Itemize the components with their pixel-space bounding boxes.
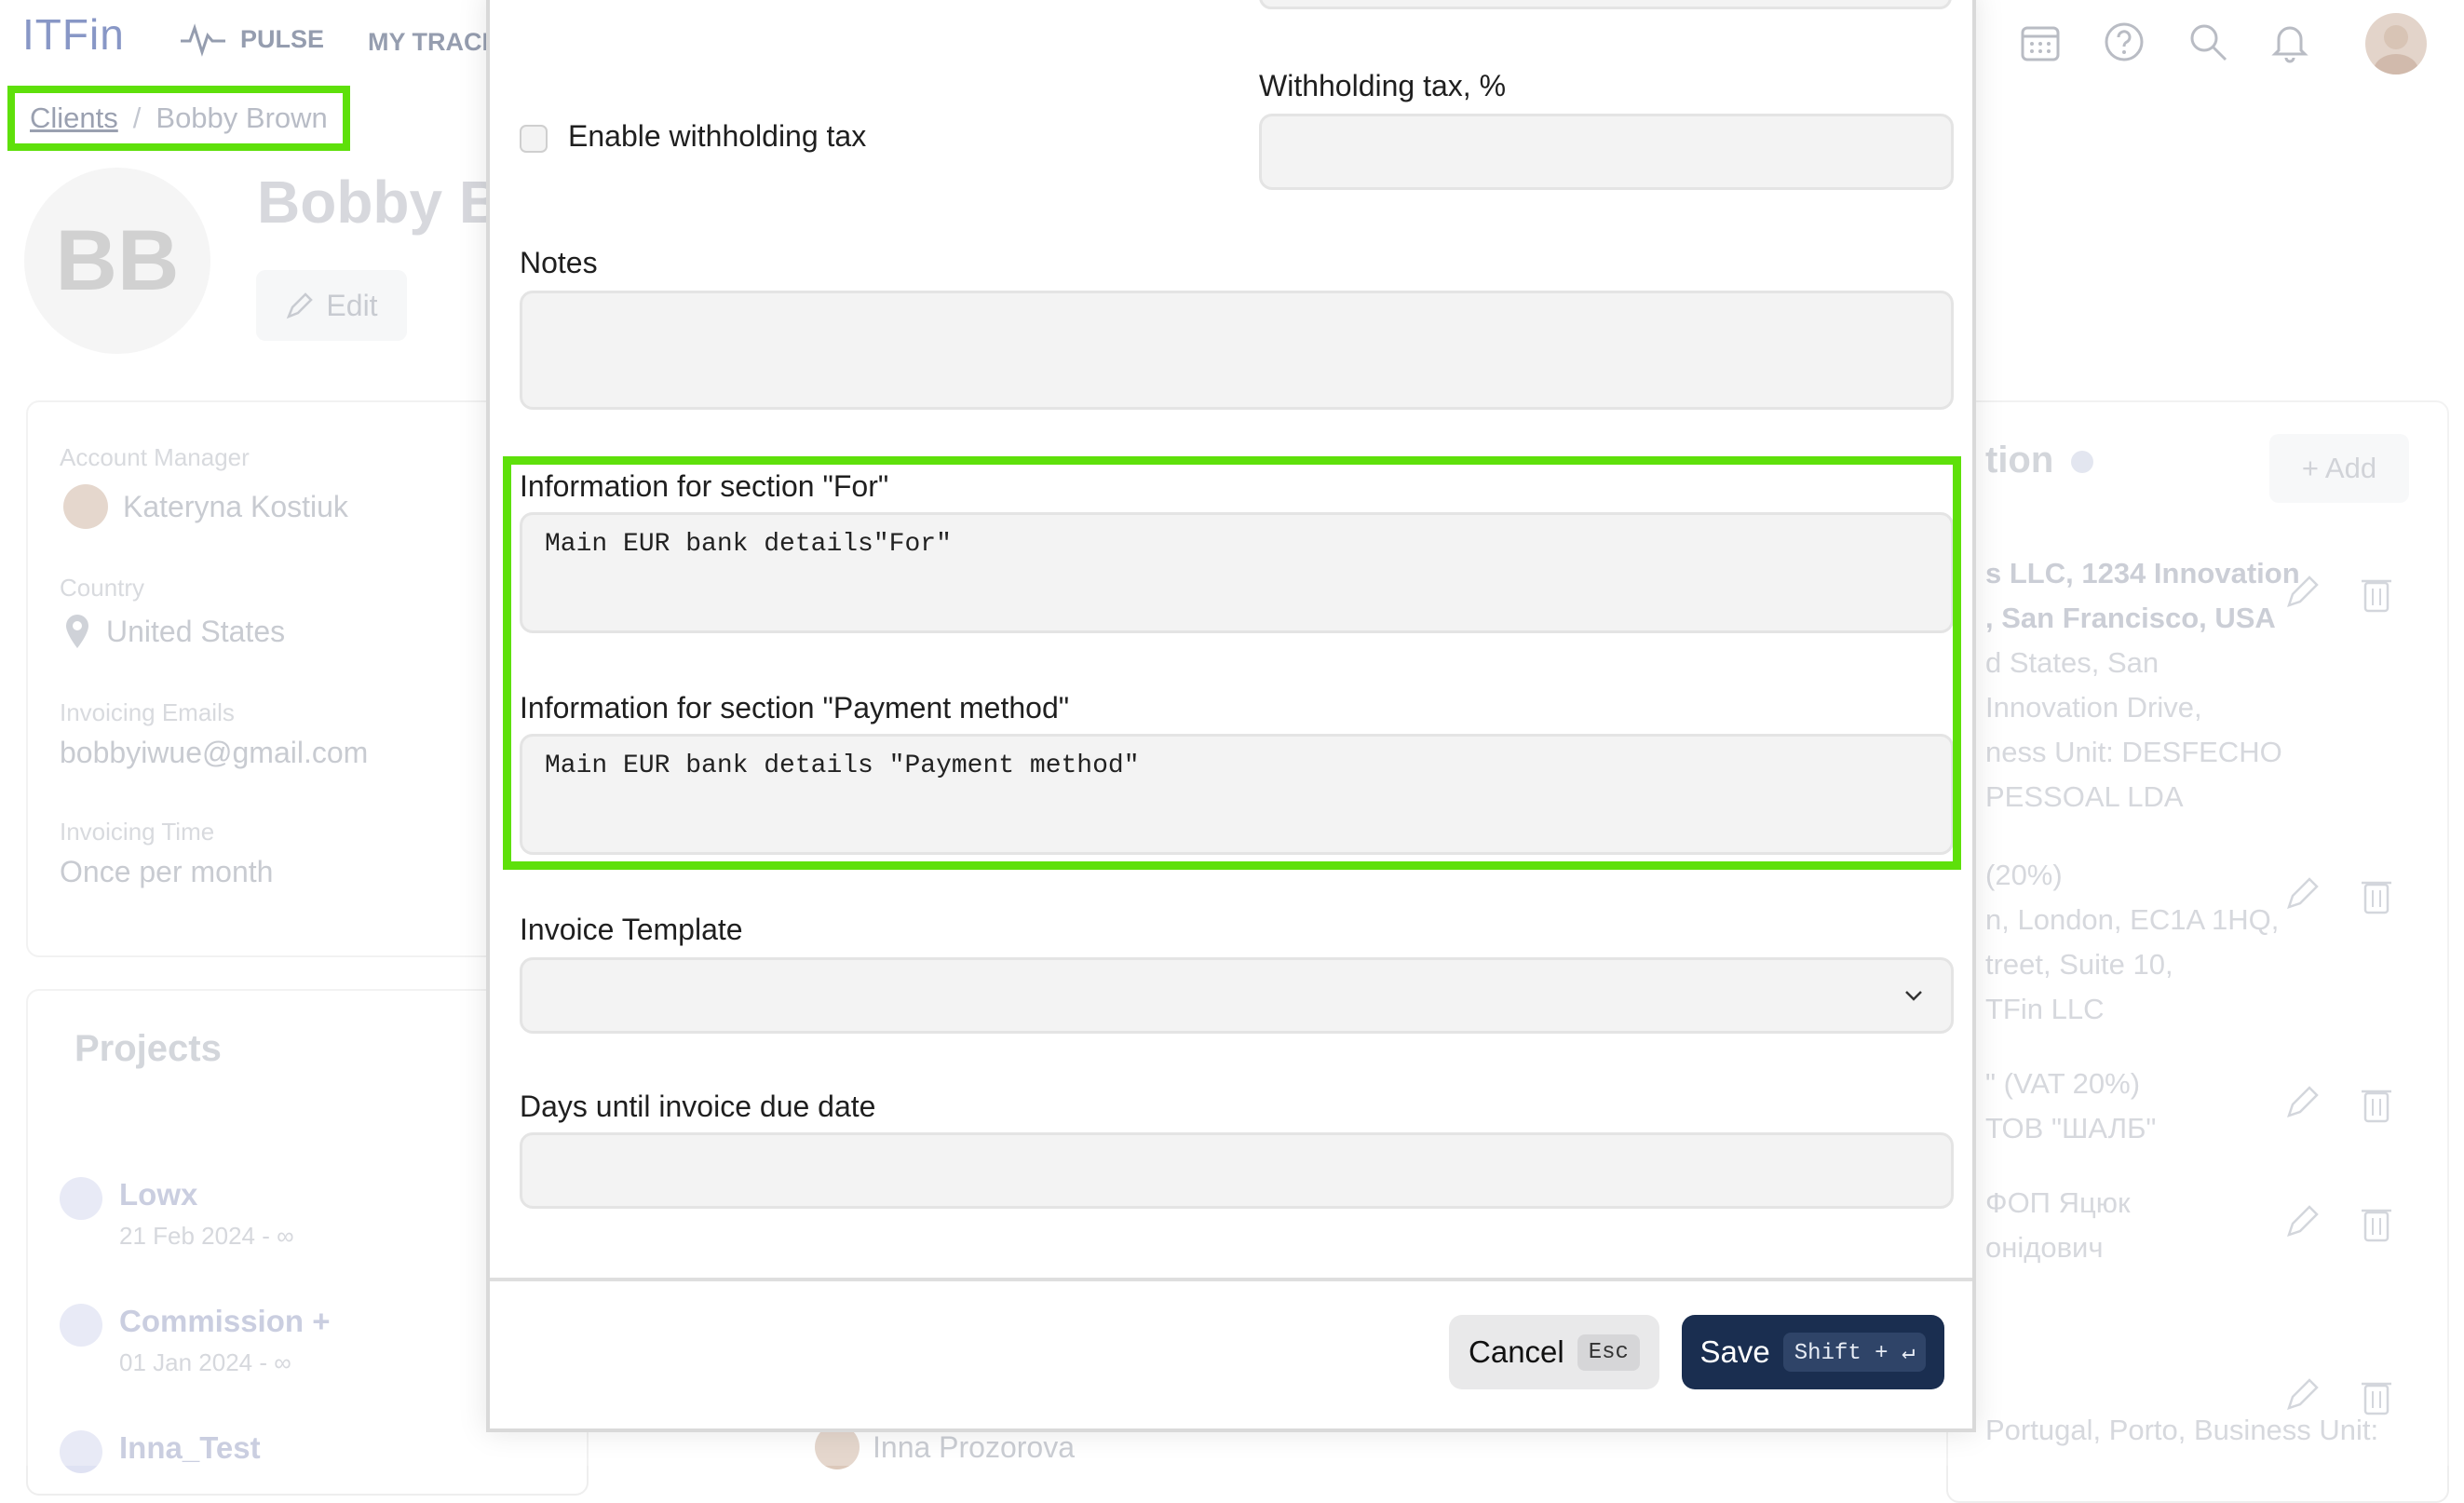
save-shortcut: Shift + ↵	[1782, 1333, 1927, 1372]
invoice-template-label: Invoice Template	[520, 913, 743, 946]
due-days-input[interactable]	[520, 1132, 1954, 1209]
save-button[interactable]: Save Shift + ↵	[1682, 1315, 1944, 1389]
for-section-textarea[interactable]: Main EUR bank details"For"	[520, 512, 1954, 633]
for-section-label: Information for section "For"	[520, 469, 889, 503]
invoice-template-select[interactable]	[520, 957, 1954, 1034]
payment-method-value: Main EUR bank details "Payment method"	[545, 752, 1140, 780]
chevron-down-icon	[1905, 991, 1922, 1001]
enable-withholding-checkbox[interactable]	[520, 125, 548, 153]
modal-footer-divider	[490, 1278, 1972, 1281]
breadcrumb: Clients / Bobby Brown	[7, 86, 350, 151]
scrolled-field[interactable]	[1259, 0, 1952, 9]
due-days-label: Days until invoice due date	[520, 1090, 876, 1123]
withholding-tax-label: Withholding tax, %	[1259, 69, 1507, 102]
payment-method-textarea[interactable]: Main EUR bank details "Payment method"	[520, 734, 1954, 855]
breadcrumb-current: Bobby Brown	[156, 102, 328, 134]
notes-textarea[interactable]	[520, 291, 1954, 410]
billing-info-modal: Enable withholding tax Withholding tax, …	[486, 0, 1976, 1432]
payment-method-label: Information for section "Payment method"	[520, 691, 1070, 724]
breadcrumb-clients-link[interactable]: Clients	[30, 102, 118, 135]
save-button-label: Save	[1699, 1334, 1770, 1369]
enable-withholding-label[interactable]: Enable withholding tax	[568, 119, 866, 154]
cancel-shortcut: Esc	[1577, 1334, 1640, 1371]
withholding-tax-input[interactable]	[1259, 114, 1954, 190]
cancel-button-label: Cancel	[1469, 1334, 1564, 1369]
breadcrumb-separator: /	[132, 102, 142, 134]
for-section-value: Main EUR bank details"For"	[545, 530, 952, 559]
notes-label: Notes	[520, 246, 598, 279]
cancel-button[interactable]: Cancel Esc	[1449, 1315, 1659, 1389]
